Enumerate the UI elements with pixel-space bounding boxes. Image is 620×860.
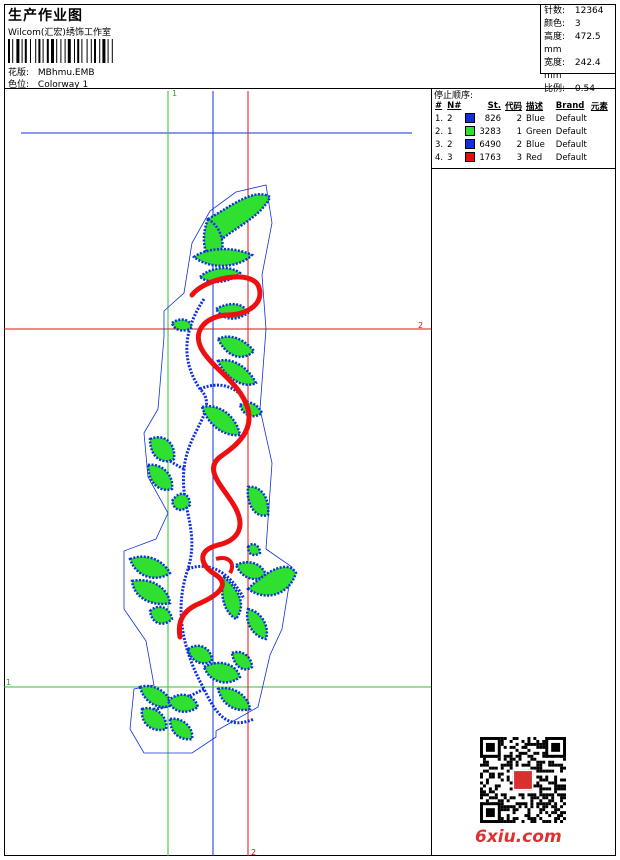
- row-needle: 2: [447, 139, 453, 150]
- col-number: #: [435, 101, 443, 111]
- row-element: [589, 151, 610, 164]
- row-swatch: [463, 138, 477, 151]
- red-ribbon-loop: [215, 556, 235, 575]
- row-brand: Default: [555, 126, 587, 137]
- row-description: Blue: [526, 139, 545, 150]
- page-title: 生产作业图: [8, 8, 83, 24]
- panel-divider: [432, 168, 616, 169]
- row-needle: 1: [447, 126, 453, 137]
- col-description: 描述: [526, 102, 544, 112]
- col-color: [463, 100, 477, 112]
- row-description: Blue: [526, 113, 545, 124]
- row-needle: 3: [447, 152, 453, 163]
- row-description: Green: [526, 126, 552, 137]
- table-header-row: # N# St. 代码 描述 Brand 元素: [433, 100, 610, 112]
- row-element: [589, 112, 610, 125]
- embroidery-design: 1 2 1 2: [4, 89, 431, 856]
- watermark-logo: 6xiu.com: [475, 827, 562, 847]
- row-stitches: 3283: [479, 126, 502, 137]
- row-brand: Default: [555, 152, 587, 163]
- row-number: 1.: [435, 113, 444, 124]
- guide-label-green-top: 1: [172, 89, 177, 98]
- stats-box: 针数: 12364 颜色: 3 高度: 472.5 mm 宽度: 242.4 m…: [540, 4, 616, 94]
- row-swatch: [463, 151, 477, 164]
- row-number: 3.: [435, 139, 444, 150]
- row-code: 2: [516, 113, 523, 124]
- col-element: 元素: [590, 102, 608, 112]
- guide-label-red-right: 2: [418, 321, 423, 330]
- col-stitches: St.: [487, 101, 502, 111]
- barcode: [8, 39, 113, 63]
- row-brand: Default: [555, 113, 587, 124]
- table-row: 1. 2 826 2 Blue Default: [433, 112, 610, 125]
- stop-sequence-panel: 停止顺序: # N# St. 代码 描述 Brand 元素 1. 2 826 2 Blu…: [432, 89, 616, 856]
- qr-code: [480, 737, 566, 823]
- row-stitches: 1763: [479, 152, 502, 163]
- stat-colors: 颜色: 3: [544, 19, 581, 29]
- col-code: 代码: [505, 102, 523, 112]
- table-row: 2. 1 3283 1 Green Default: [433, 125, 610, 138]
- row-swatch: [463, 112, 477, 125]
- table-row: 3. 2 6490 2 Blue Default: [433, 138, 610, 151]
- col-needle: N#: [447, 101, 462, 111]
- color-swatch: [465, 152, 476, 163]
- row-code: 2: [516, 139, 523, 150]
- design-canvas[interactable]: 1 2 1 2: [4, 89, 432, 856]
- guide-label-red-bottom: 2: [251, 848, 256, 856]
- row-code: 3: [516, 152, 523, 163]
- color-swatch: [465, 126, 476, 137]
- stop-sequence-table: # N# St. 代码 描述 Brand 元素 1. 2 826 2 Blue Defau…: [433, 100, 610, 164]
- stat-width: 宽度: 242.4 mm: [544, 58, 601, 81]
- row-code: 1: [516, 126, 523, 137]
- row-number: 2.: [435, 126, 444, 137]
- row-stitches: 6490: [479, 139, 502, 150]
- row-number: 4.: [435, 152, 444, 163]
- guide-label-green-left: 1: [6, 678, 11, 687]
- row-swatch: [463, 125, 477, 138]
- color-swatch: [465, 139, 476, 150]
- stat-stitches: 针数: 12364: [544, 6, 604, 16]
- row-element: [589, 138, 610, 151]
- col-brand: Brand: [555, 101, 585, 111]
- row-brand: Default: [555, 139, 587, 150]
- row-needle: 2: [447, 113, 453, 124]
- header: 生产作业图 Wilcom(汇宏)绣饰工作室 花版: MBhmu.EMB 色位: …: [4, 4, 616, 94]
- row-element: [589, 125, 610, 138]
- row-description: Red: [526, 152, 543, 163]
- table-row: 4. 3 1763 3 Red Default: [433, 151, 610, 164]
- company-name: Wilcom(汇宏)绣饰工作室: [8, 28, 111, 38]
- color-swatch: [465, 113, 476, 124]
- stat-height: 高度: 472.5 mm: [544, 32, 601, 55]
- row-stitches: 826: [484, 113, 502, 124]
